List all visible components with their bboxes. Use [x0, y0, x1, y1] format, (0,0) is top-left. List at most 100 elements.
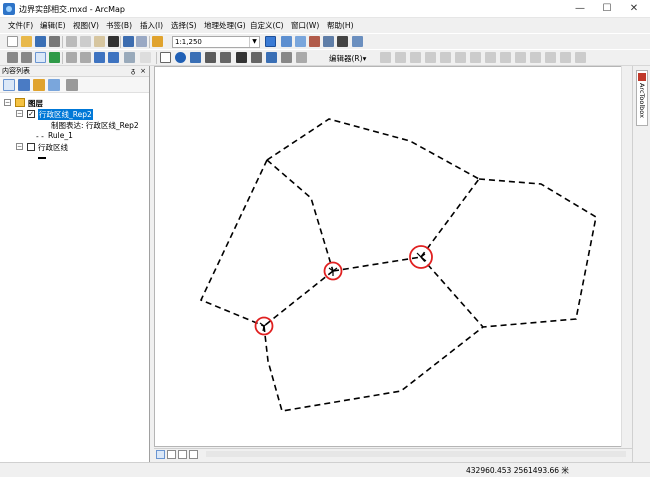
time-slider-icon[interactable]: [281, 52, 292, 63]
collapse-icon[interactable]: −: [16, 143, 23, 150]
list-by-visibility-icon[interactable]: [33, 79, 45, 91]
map-vertical-scrollbar[interactable]: [621, 66, 632, 447]
list-by-drawing-order-icon[interactable]: [3, 79, 15, 91]
tree-row-line-symbol: [0, 153, 150, 164]
python-window-icon[interactable]: [337, 36, 348, 47]
menu-geoprocessing[interactable]: 地理处理(G): [204, 20, 246, 31]
create-viewer-window-icon[interactable]: [296, 52, 307, 63]
sketch-properties-icon[interactable]: [560, 52, 571, 63]
table-of-contents-icon[interactable]: [281, 36, 292, 47]
save-icon[interactable]: [35, 36, 46, 47]
edit-tool-icon[interactable]: [380, 52, 391, 63]
map-scale-combobox[interactable]: 1:1,250 ▼: [172, 36, 260, 48]
layer-rep2-name[interactable]: 行政区线_Rep2: [38, 109, 93, 120]
trace-icon[interactable]: [440, 52, 451, 63]
add-data-icon[interactable]: [152, 36, 163, 47]
select-elements-icon[interactable]: [160, 52, 171, 63]
map-canvas[interactable]: [155, 67, 621, 446]
full-extent-icon[interactable]: [49, 52, 60, 63]
list-by-source-icon[interactable]: [18, 79, 30, 91]
cut-icon[interactable]: [66, 36, 77, 47]
layout-view-icon[interactable]: [167, 450, 176, 459]
collapse-icon[interactable]: −: [16, 110, 23, 117]
menu-file[interactable]: 文件(F): [8, 20, 33, 31]
zoom-in-icon[interactable]: [7, 52, 18, 63]
reshape-icon[interactable]: [485, 52, 496, 63]
fixed-zoom-in-icon[interactable]: [66, 52, 77, 63]
menu-edit[interactable]: 编辑(E): [40, 20, 66, 31]
edit-vertices-icon[interactable]: [470, 52, 481, 63]
menu-insert[interactable]: 插入(I): [140, 20, 163, 31]
minimize-button[interactable]: —: [567, 0, 593, 18]
forward-extent-icon[interactable]: [108, 52, 119, 63]
measure-icon[interactable]: [220, 52, 231, 63]
menu-customize[interactable]: 自定义(C): [250, 20, 284, 31]
rotate-icon[interactable]: [530, 52, 541, 63]
redo-icon[interactable]: [136, 36, 147, 47]
menu-bookmarks[interactable]: 书签(B): [106, 20, 132, 31]
pin-icon[interactable]: ᵹ: [131, 66, 135, 77]
print-icon[interactable]: [49, 36, 60, 47]
arctoolbox-tab[interactable]: ArcToolbox: [636, 70, 648, 126]
window-title: 边界实部相交.mxd - ArcMap: [19, 5, 125, 14]
menu-selection[interactable]: 选择(S): [171, 20, 197, 31]
map-horizontal-scrollbar[interactable]: [206, 451, 626, 457]
title-bar: 边界实部相交.mxd - ArcMap — ☐ ✕: [0, 0, 650, 18]
find-icon[interactable]: [236, 52, 247, 63]
layers-icon: [15, 98, 25, 107]
zoom-out-icon[interactable]: [21, 52, 32, 63]
point-icon[interactable]: [455, 52, 466, 63]
pan-icon[interactable]: [35, 52, 46, 63]
new-document-icon[interactable]: [7, 36, 18, 47]
editor-toolbar-icon[interactable]: [265, 36, 276, 47]
toc-options-icon[interactable]: [66, 79, 78, 91]
paste-icon[interactable]: [94, 36, 105, 47]
collapse-icon[interactable]: −: [4, 99, 11, 106]
delete-icon[interactable]: [108, 36, 119, 47]
identify-icon[interactable]: [175, 52, 186, 63]
find-route-icon[interactable]: [251, 52, 262, 63]
layer-boundary-checkbox[interactable]: [27, 143, 35, 151]
back-extent-icon[interactable]: [94, 52, 105, 63]
layer-rep2-checkbox[interactable]: ✓: [27, 110, 35, 118]
chevron-down-icon[interactable]: ▼: [249, 37, 259, 47]
standard-toolbar: 1:1,250 ▼: [0, 33, 650, 50]
html-popup-icon[interactable]: [205, 52, 216, 63]
split-icon[interactable]: [515, 52, 526, 63]
tree-row-layers[interactable]: − 图层: [0, 98, 150, 109]
map-display[interactable]: [154, 66, 632, 447]
select-features-icon[interactable]: [124, 52, 135, 63]
model-builder-icon[interactable]: [352, 36, 363, 47]
go-to-xy-icon[interactable]: [266, 52, 277, 63]
arctoolbox-icon[interactable]: [323, 36, 334, 47]
open-folder-icon[interactable]: [21, 36, 32, 47]
pause-drawing-icon[interactable]: [189, 450, 198, 459]
layer-boundary-name[interactable]: 行政区线: [38, 142, 68, 153]
cut-polygons-icon[interactable]: [500, 52, 511, 63]
editor-menu[interactable]: 编辑器(R)▾: [329, 53, 366, 64]
toolbar-separator: [156, 52, 157, 64]
tree-row-layer-boundary[interactable]: − 行政区线: [0, 142, 150, 153]
edit-annotation-icon[interactable]: [395, 52, 406, 63]
maximize-button[interactable]: ☐: [594, 0, 620, 18]
menu-windows[interactable]: 窗口(W): [291, 20, 319, 31]
straight-segment-icon[interactable]: [410, 52, 421, 63]
end-point-arc-icon[interactable]: [425, 52, 436, 63]
close-icon[interactable]: ×: [140, 66, 146, 77]
fixed-zoom-out-icon[interactable]: [80, 52, 91, 63]
menu-view[interactable]: 视图(V): [73, 20, 99, 31]
list-by-selection-icon[interactable]: [48, 79, 60, 91]
tree-row-layer-rep2[interactable]: − ✓ 行政区线_Rep2: [0, 109, 150, 120]
create-features-icon[interactable]: [575, 52, 586, 63]
close-button[interactable]: ✕: [621, 0, 647, 18]
catalog-icon[interactable]: [295, 36, 306, 47]
copy-icon[interactable]: [80, 36, 91, 47]
search-window-icon[interactable]: [309, 36, 320, 47]
undo-icon[interactable]: [123, 36, 134, 47]
data-view-icon[interactable]: [156, 450, 165, 459]
hyperlink-icon[interactable]: [190, 52, 201, 63]
refresh-view-icon[interactable]: [178, 450, 187, 459]
clear-selection-icon[interactable]: [140, 52, 151, 63]
attributes-icon[interactable]: [545, 52, 556, 63]
menu-help[interactable]: 帮助(H): [327, 20, 354, 31]
